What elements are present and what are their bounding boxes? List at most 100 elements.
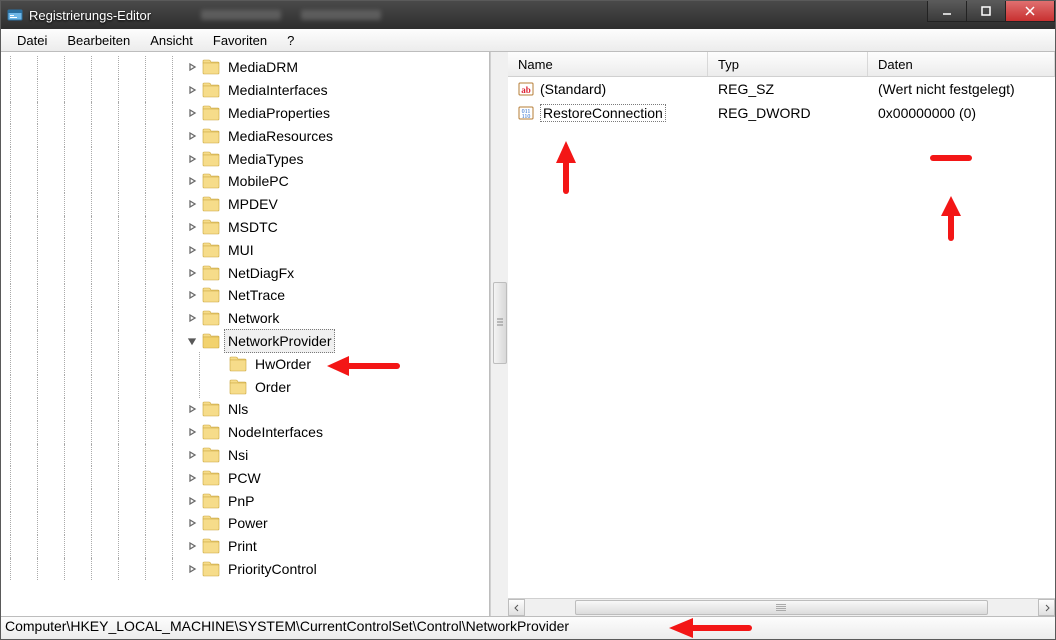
- client-area: MediaDRM MediaInterfaces MediaProperties…: [1, 52, 1055, 616]
- tree-item-label: Nsi: [224, 444, 252, 466]
- statusbar: Computer\HKEY_LOCAL_MACHINE\SYSTEM\Curre…: [1, 616, 1055, 639]
- expand-icon[interactable]: [186, 244, 198, 256]
- collapse-icon[interactable]: [186, 335, 198, 347]
- tree-item-label: MPDEV: [224, 193, 282, 215]
- tree-item[interactable]: Nls: [1, 398, 489, 421]
- tree-item-label: MediaResources: [224, 125, 337, 147]
- scroll-thumb[interactable]: [493, 282, 507, 364]
- svg-text:ab: ab: [521, 85, 531, 95]
- horizontal-scrollbar[interactable]: [508, 598, 1055, 616]
- expand-icon[interactable]: [186, 312, 198, 324]
- menu-help[interactable]: ?: [277, 31, 304, 50]
- tree-item-label: MediaTypes: [224, 148, 307, 170]
- tree-item[interactable]: MediaInterfaces: [1, 79, 489, 102]
- svg-text:110: 110: [522, 114, 531, 120]
- tree-item-label: MSDTC: [224, 216, 282, 238]
- expand-icon[interactable]: [186, 84, 198, 96]
- app-icon: [7, 7, 23, 23]
- scroll-right-button[interactable]: [1038, 599, 1055, 616]
- tree-item[interactable]: Network: [1, 307, 489, 330]
- value-row[interactable]: ab (Standard)REG_SZ(Wert nicht festgeleg…: [508, 77, 1055, 101]
- expand-icon[interactable]: [186, 61, 198, 73]
- value-type: REG_DWORD: [708, 105, 868, 121]
- menu-favorites[interactable]: Favoriten: [203, 31, 277, 50]
- tree-item[interactable]: MediaDRM: [1, 56, 489, 79]
- folder-icon: [202, 424, 220, 440]
- scroll-left-button[interactable]: [508, 599, 525, 616]
- registry-tree[interactable]: MediaDRM MediaInterfaces MediaProperties…: [1, 52, 489, 584]
- tree-item[interactable]: Order: [1, 375, 489, 398]
- tree-item[interactable]: MSDTC: [1, 216, 489, 239]
- values-list[interactable]: ab (Standard)REG_SZ(Wert nicht festgeleg…: [508, 77, 1055, 598]
- tree-item[interactable]: Print: [1, 535, 489, 558]
- expand-icon[interactable]: [186, 153, 198, 165]
- vertical-scrollbar[interactable]: [490, 52, 508, 616]
- tree-item-label: MUI: [224, 239, 258, 261]
- folder-icon: [202, 333, 220, 349]
- tree-item[interactable]: MobilePC: [1, 170, 489, 193]
- column-header-data[interactable]: Daten: [868, 52, 1055, 76]
- tree-item[interactable]: PnP: [1, 489, 489, 512]
- tree-item[interactable]: Power: [1, 512, 489, 535]
- tree-item[interactable]: MediaProperties: [1, 102, 489, 125]
- expand-icon[interactable]: [186, 449, 198, 461]
- tree-item[interactable]: PriorityControl: [1, 558, 489, 581]
- tree-item-label: NetTrace: [224, 284, 289, 306]
- expand-icon[interactable]: [186, 540, 198, 552]
- expand-icon[interactable]: [186, 563, 198, 575]
- column-header-type[interactable]: Typ: [708, 52, 868, 76]
- folder-icon: [202, 265, 220, 281]
- folder-icon: [202, 59, 220, 75]
- expand-icon[interactable]: [186, 267, 198, 279]
- tree-item[interactable]: NetTrace: [1, 284, 489, 307]
- folder-icon: [202, 105, 220, 121]
- tree-item[interactable]: MediaResources: [1, 124, 489, 147]
- expand-icon[interactable]: [186, 403, 198, 415]
- tree-item-label: Order: [251, 376, 295, 398]
- expand-icon[interactable]: [186, 495, 198, 507]
- value-row[interactable]: 011 110 RestoreConnectionREG_DWORD0x0000…: [508, 101, 1055, 125]
- titlebar[interactable]: Registrierungs-Editor: [1, 1, 1055, 29]
- expand-icon[interactable]: [186, 198, 198, 210]
- no-expander: [213, 358, 225, 370]
- tree-item[interactable]: NetDiagFx: [1, 261, 489, 284]
- column-header-name[interactable]: Name: [508, 52, 708, 76]
- expand-icon[interactable]: [186, 289, 198, 301]
- regedit-window: Registrierungs-Editor Datei Bearbeiten A…: [0, 0, 1056, 640]
- tree-item[interactable]: NetworkProvider: [1, 330, 489, 353]
- close-button[interactable]: [1006, 1, 1055, 22]
- tree-item[interactable]: Nsi: [1, 444, 489, 467]
- string-value-icon: ab: [518, 81, 534, 97]
- tree-item-label: PnP: [224, 490, 258, 512]
- expand-icon[interactable]: [186, 175, 198, 187]
- expand-icon[interactable]: [186, 472, 198, 484]
- tree-item[interactable]: MUI: [1, 238, 489, 261]
- dword-value-icon: 011 110: [518, 105, 534, 121]
- tree-item[interactable]: PCW: [1, 466, 489, 489]
- expand-icon[interactable]: [186, 130, 198, 142]
- hscroll-thumb[interactable]: [575, 600, 987, 615]
- maximize-button[interactable]: [967, 1, 1006, 22]
- expand-icon[interactable]: [186, 221, 198, 233]
- menu-file[interactable]: Datei: [7, 31, 57, 50]
- menu-view[interactable]: Ansicht: [140, 31, 203, 50]
- tree-item[interactable]: MediaTypes: [1, 147, 489, 170]
- tree-pane: MediaDRM MediaInterfaces MediaProperties…: [1, 52, 490, 616]
- value-type: REG_SZ: [708, 81, 868, 97]
- tree-item-label: MediaProperties: [224, 102, 334, 124]
- no-expander: [213, 381, 225, 393]
- expand-icon[interactable]: [186, 517, 198, 529]
- tree-item[interactable]: HwOrder: [1, 352, 489, 375]
- tree-item[interactable]: NodeInterfaces: [1, 421, 489, 444]
- folder-icon: [202, 242, 220, 258]
- menu-edit[interactable]: Bearbeiten: [57, 31, 140, 50]
- expand-icon[interactable]: [186, 107, 198, 119]
- tree-item-label: MobilePC: [224, 170, 293, 192]
- folder-icon: [202, 128, 220, 144]
- folder-icon: [202, 196, 220, 212]
- minimize-button[interactable]: [927, 1, 967, 22]
- folder-icon: [202, 287, 220, 303]
- tree-item[interactable]: MPDEV: [1, 193, 489, 216]
- tree-item-label: MediaInterfaces: [224, 79, 332, 101]
- expand-icon[interactable]: [186, 426, 198, 438]
